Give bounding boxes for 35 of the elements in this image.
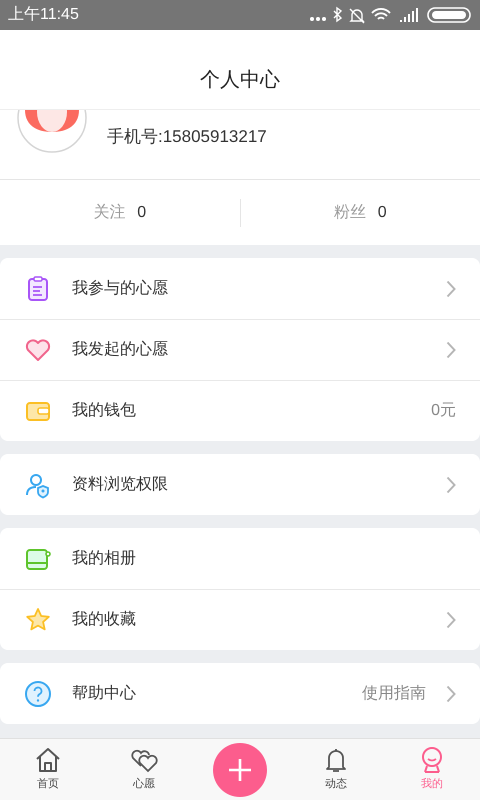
help-icon: [24, 680, 52, 708]
menu-item[interactable]: 资料浏览权限: [0, 454, 480, 515]
chevron-right-icon: [446, 684, 456, 702]
status-time: 上午11:45: [8, 4, 79, 25]
chevron-right-icon: [446, 280, 456, 298]
stat-label: 粉丝: [334, 202, 366, 222]
menu-value: 使用指南: [362, 684, 426, 704]
stat-label: 关注: [93, 202, 126, 222]
menu-item[interactable]: 我的收藏: [0, 589, 480, 650]
page-title: 个人中心: [200, 68, 280, 93]
tab-item[interactable]: 首页: [34, 746, 62, 793]
menu-label: 我的相册: [72, 548, 137, 568]
menu-item[interactable]: 我发起的心愿: [0, 319, 480, 380]
menu-item[interactable]: 我的相册: [0, 528, 480, 589]
phone-number: 手机号:15805913217: [107, 126, 267, 148]
stat-value: 0: [378, 202, 387, 222]
menu-item[interactable]: 我参与的心愿: [0, 258, 480, 319]
plus-icon: [228, 758, 252, 782]
chevron-right-icon: [446, 341, 456, 359]
menu-value: 0元: [431, 401, 456, 421]
menu-item[interactable]: 我的钱包 0元: [0, 380, 480, 441]
home-icon: [34, 746, 62, 774]
chevron-right-icon: [446, 476, 456, 494]
menu-label: 我发起的心愿: [72, 340, 169, 360]
add-button[interactable]: [213, 742, 267, 796]
menu-label: 我的收藏: [72, 610, 137, 630]
tab-item[interactable]: 动态: [322, 746, 350, 793]
tab-item[interactable]: 心愿: [130, 746, 158, 793]
menu-item[interactable]: 帮助中心 使用指南: [0, 663, 480, 724]
chevron-right-icon: [446, 611, 456, 629]
menu-label: 资料浏览权限: [72, 474, 169, 494]
menu-label: 我的钱包: [72, 400, 137, 421]
menu-label: 帮助中心: [72, 684, 137, 704]
menu-label: 我参与的心愿: [72, 278, 169, 298]
stat-value: 0: [137, 202, 146, 222]
